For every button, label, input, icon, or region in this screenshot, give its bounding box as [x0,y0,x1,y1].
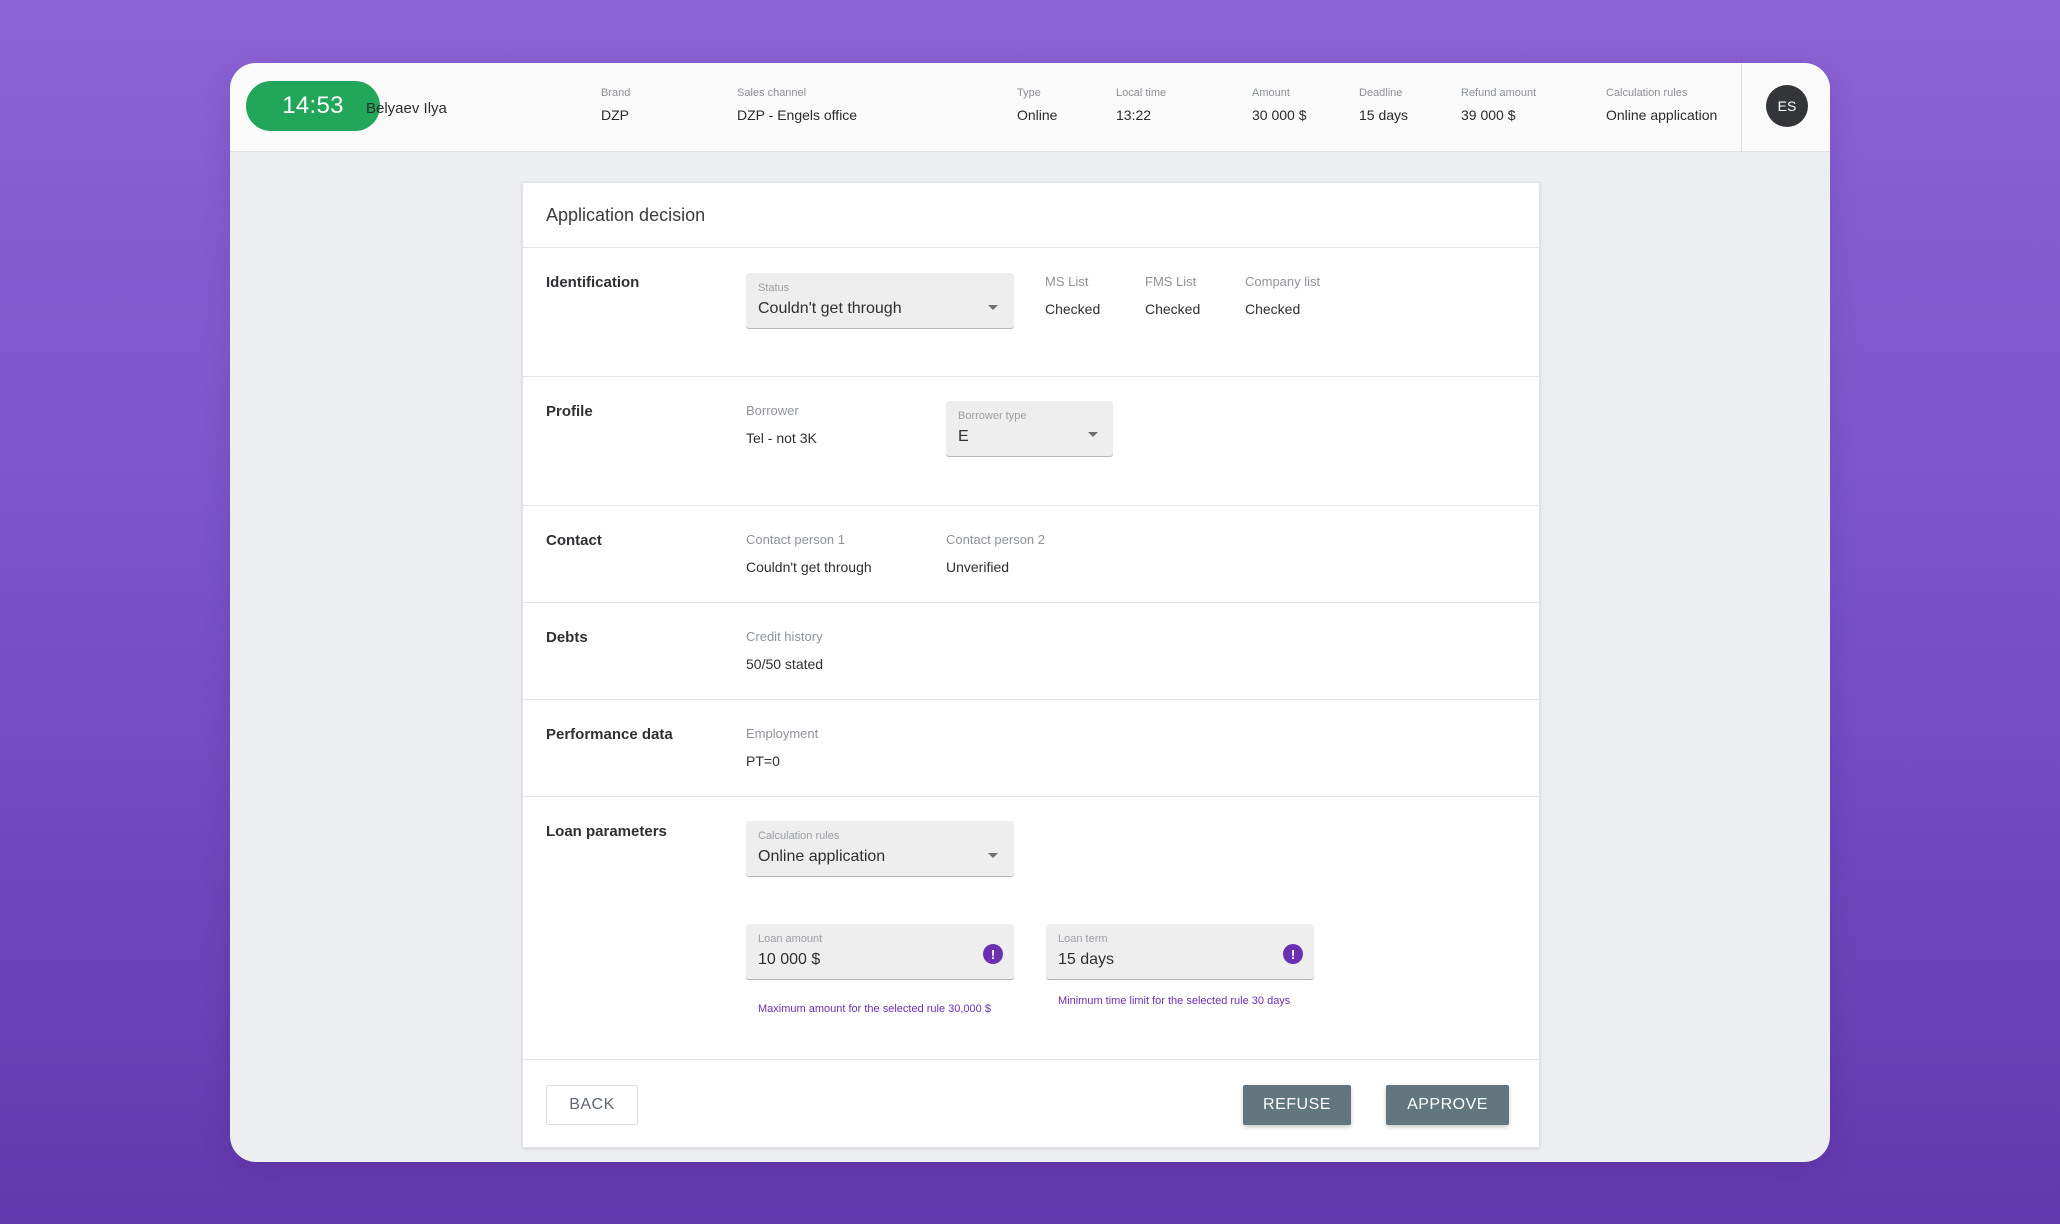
card-title: Application decision [546,205,706,225]
sales-channel-label: Sales channel [737,87,807,99]
status-value: Couldn't get through [758,300,902,317]
refund-amount-label: Refund amount [1461,87,1537,99]
loan-term-value: 15 days [1058,951,1115,968]
deadline-info: Deadline 15 days [1359,87,1408,123]
warning-icon: ! [1283,944,1303,964]
debts-title: Debts [546,629,588,646]
performance-title: Performance data [546,726,673,743]
chevron-down-icon [1088,432,1098,437]
fms-list-check: FMS List Checked [1145,274,1200,317]
identification-title: Identification [546,274,640,291]
loan-term-label: Loan term [1058,933,1108,945]
refund-amount-value: 39 000 $ [1461,107,1516,123]
decision-actions: BACK REFUSE APPROVE [523,1059,1539,1147]
status-label: Status [758,282,790,294]
profile-section: Profile Borrower Tel - not 3K Borrower t… [523,376,1539,506]
brand-label: Brand [601,87,631,99]
deadline-value: 15 days [1359,107,1409,123]
local-time-info: Local time 13:22 [1116,87,1166,123]
contact-person-2-label: Contact person 2 [946,532,1046,547]
credit-history-value: 50/50 stated [746,656,824,672]
chevron-down-icon [988,305,998,310]
amount-info: Amount 30 000 $ [1252,87,1307,123]
app-window: 14:53 Belyaev Ilya Brand DZP Sales chann… [230,63,1830,1162]
borrower-type-select[interactable]: Borrower type E [946,401,1113,457]
sales-channel-value: DZP - Engels office [737,107,858,123]
local-time-value: 13:22 [1116,107,1152,123]
calculation-rules-select-value: Online application [758,848,886,865]
refund-amount-info: Refund amount 39 000 $ [1461,87,1536,123]
deadline-label: Deadline [1359,87,1403,99]
type-info: Type Online [1017,87,1057,123]
contact-person-1-label: Contact person 1 [746,532,846,547]
company-list-value: Checked [1245,301,1301,317]
identification-section: Identification Status Couldn't get throu… [523,247,1539,377]
loan-parameters-title: Loan parameters [546,823,667,840]
borrower-type-label: Borrower type [958,410,1027,422]
fms-list-label: FMS List [1145,274,1197,289]
contact-section: Contact Contact person 1 Couldn't get th… [523,505,1539,603]
session-timer: 14:53 [246,81,380,131]
header-divider [1741,63,1742,151]
employment-label: Employment [746,726,819,741]
contact-person-2: Contact person 2 Unverified [946,532,1045,575]
local-time-label: Local time [1116,87,1167,99]
credit-history-label: Credit history [746,629,823,644]
loan-amount-value: 10 000 $ [758,951,821,968]
sales-channel-info: Sales channel DZP - Engels office [737,87,857,123]
company-list-check: Company list Checked [1245,274,1320,317]
operator-name: Belyaev Ilya [366,100,447,117]
calculation-rules-select[interactable]: Calculation rules Online application [746,821,1014,877]
ms-list-check: MS List Checked [1045,274,1100,317]
calculation-rules-info: Calculation rules Online application [1606,87,1717,123]
debts-section: Debts Credit history 50/50 stated [523,602,1539,700]
profile-title: Profile [546,403,593,420]
application-header: 14:53 Belyaev Ilya Brand DZP Sales chann… [230,63,1830,152]
approve-button[interactable]: APPROVE [1386,1085,1509,1125]
employment-field: Employment PT=0 [746,726,818,769]
contact-person-1: Contact person 1 Couldn't get through [746,532,872,575]
calculation-rules-label: Calculation rules [1606,87,1688,99]
calculation-rules-value: Online application [1606,107,1718,123]
refuse-button[interactable]: REFUSE [1243,1085,1351,1125]
credit-history-field: Credit history 50/50 stated [746,629,823,672]
loan-term-input[interactable]: Loan term 15 days ! [1046,924,1314,980]
contact-person-2-value: Unverified [946,559,1010,575]
borrower-value: Tel - not 3K [746,430,817,446]
contact-title: Contact [546,532,602,549]
borrower-type-value: E [958,428,969,445]
borrower-field: Borrower Tel - not 3K [746,403,817,446]
amount-label: Amount [1252,87,1290,99]
fms-list-value: Checked [1145,301,1201,317]
type-label: Type [1017,87,1041,99]
application-decision-card: Application decision Identification Stat… [522,182,1540,1148]
contact-person-1-value: Couldn't get through [746,559,872,575]
company-list-label: Company list [1245,274,1321,289]
warning-icon: ! [983,944,1003,964]
performance-section: Performance data Employment PT=0 [523,699,1539,797]
identification-status-select[interactable]: Status Couldn't get through [746,273,1014,329]
borrower-label: Borrower [746,403,799,418]
chevron-down-icon [988,853,998,858]
back-button[interactable]: BACK [546,1085,638,1125]
amount-value: 30 000 $ [1252,107,1307,123]
card-header: Application decision [523,183,1539,248]
ms-list-label: MS List [1045,274,1089,289]
loan-amount-input[interactable]: Loan amount 10 000 $ ! [746,924,1014,980]
loan-parameters-section: Loan parameters Calculation rules Online… [523,796,1539,1060]
calculation-rules-select-label: Calculation rules [758,830,840,842]
loan-term-hint: Minimum time limit for the selected rule… [1058,995,1291,1007]
employment-value: PT=0 [746,753,780,769]
loan-amount-hint: Maximum amount for the selected rule 30,… [758,1003,991,1015]
ms-list-value: Checked [1045,301,1101,317]
brand-value: DZP [601,107,629,123]
brand-info: Brand DZP [601,87,630,123]
user-avatar[interactable]: ES [1766,85,1808,127]
type-value: Online [1017,107,1058,123]
loan-amount-label: Loan amount [758,933,823,945]
